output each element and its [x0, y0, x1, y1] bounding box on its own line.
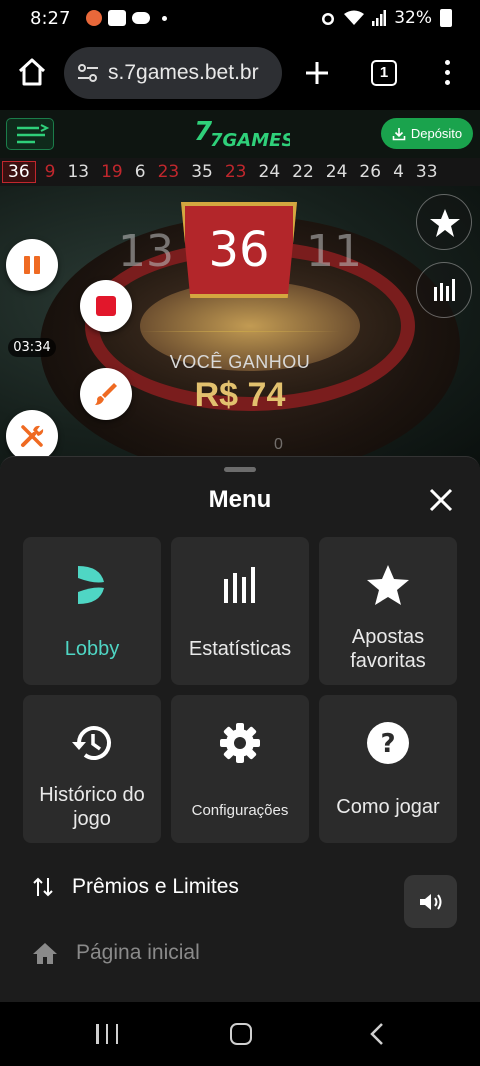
new-tab-button[interactable] — [302, 58, 332, 88]
menu-tile-history[interactable]: Histórico do jogo — [23, 695, 161, 843]
menu-tile-favorites[interactable]: Apostas favoritas — [319, 537, 457, 685]
favorites-button[interactable] — [416, 194, 472, 250]
tile-label-lobby: Lobby — [64, 638, 120, 660]
recent-number: 19 — [101, 162, 123, 182]
site-settings-icon[interactable] — [76, 61, 100, 85]
cloud-icon — [132, 12, 150, 24]
stop-recording-button[interactable] — [80, 280, 132, 332]
sheet-grabber[interactable] — [224, 467, 256, 472]
stats-bars-icon — [434, 279, 455, 301]
home-page-label: Página inicial — [76, 941, 200, 964]
tab-switcher-button[interactable]: 1 — [371, 60, 397, 86]
statistics-button[interactable] — [416, 262, 472, 318]
recent-number: 26 — [359, 162, 382, 182]
win-label: VOCÊ GANHOU — [169, 352, 311, 372]
latest-number: 36 — [2, 161, 36, 183]
recent-numbers-strip: 36 9 13 19 6 23 35 23 24 22 24 26 4 33 — [0, 158, 480, 186]
home-page-link[interactable]: Página inicial — [32, 941, 200, 965]
brush-icon — [95, 383, 117, 405]
home-icon — [33, 943, 57, 964]
youtube-icon — [108, 10, 126, 26]
zero-label: 0 — [274, 436, 283, 453]
back-button[interactable] — [367, 1022, 387, 1046]
star-icon — [367, 565, 409, 605]
tile-label-statistics: Estatísticas — [188, 638, 292, 660]
recent-number: 24 — [325, 162, 348, 182]
side-menu-button[interactable] — [6, 118, 54, 150]
volume-icon — [419, 893, 441, 910]
tile-label-favorites: Apostas favoritas — [350, 626, 426, 672]
menu-tile-lobby[interactable]: Lobby — [23, 537, 161, 685]
pause-recording-button[interactable] — [6, 239, 58, 291]
menu-tile-settings[interactable]: Configurações — [171, 695, 309, 843]
battery-percent: 32% — [394, 8, 432, 28]
system-nav-bar — [0, 1002, 480, 1066]
recent-number: 9 — [44, 162, 56, 182]
recent-number: 4 — [393, 162, 404, 182]
recent-number: 22 — [292, 162, 314, 182]
recording-timer: 03:34 — [8, 338, 56, 357]
recent-number: 6 — [134, 162, 146, 182]
prizes-limits-link[interactable]: Prêmios e Limites — [32, 875, 239, 899]
game-header: 7 7GAMES Depósito — [0, 110, 480, 158]
tools-button[interactable] — [6, 410, 58, 462]
winning-number: 36 — [181, 202, 297, 298]
tools-icon — [21, 425, 44, 447]
recent-number: 35 — [191, 162, 213, 182]
stop-icon — [96, 296, 116, 316]
status-bar: 8:27 32% — [0, 0, 480, 36]
alarm-icon — [322, 13, 335, 25]
home-button[interactable] — [230, 1023, 252, 1045]
menu-tile-how-to-play[interactable]: ? Como jogar — [319, 695, 457, 843]
browser-toolbar: s.7games.bet.br 1 — [0, 36, 480, 110]
recent-number: 13 — [67, 162, 90, 182]
help-icon: ? — [367, 722, 409, 764]
lobby-icon — [78, 566, 104, 604]
menu-tile-statistics[interactable]: Estatísticas — [171, 537, 309, 685]
tile-label-settings: Configurações — [191, 802, 289, 819]
draw-button[interactable] — [80, 368, 132, 420]
divider — [140, 331, 340, 332]
status-time: 8:27 — [30, 8, 71, 29]
stats-bars-icon — [224, 567, 255, 603]
signal-icon — [372, 10, 387, 26]
url-text[interactable]: s.7games.bet.br — [108, 61, 259, 85]
recent-number: 23 — [224, 162, 247, 182]
recent-number: 24 — [258, 162, 281, 182]
deposit-button[interactable]: Depósito — [381, 118, 473, 149]
prizes-limits-label: Prêmios e Limites — [72, 875, 239, 898]
gear-icon — [220, 723, 260, 763]
home-icon[interactable] — [16, 56, 48, 88]
right-neighbor-number: 11 — [306, 226, 362, 277]
recent-number: 23 — [157, 162, 180, 182]
svg-text:?: ? — [380, 729, 395, 759]
wifi-icon — [344, 10, 365, 25]
recent-apps-button[interactable] — [96, 1024, 118, 1044]
download-icon — [392, 127, 406, 140]
menu-sheet: Menu Lobby Estatísticas Apostas favorita… — [0, 456, 480, 1002]
sort-arrows-icon — [33, 877, 53, 897]
svg-text:7GAMES: 7GAMES — [210, 130, 290, 151]
live-video[interactable]: 13 11 36 VOCÊ GANHOU R$ 74 0 — [0, 186, 480, 476]
battery-icon — [440, 9, 452, 27]
tile-label-history: Histórico do jogo — [39, 784, 145, 830]
screen-recorder-icon — [86, 10, 102, 26]
7games-logo[interactable]: 7 7GAMES — [194, 116, 290, 152]
win-amount: R$ 74 — [194, 376, 286, 414]
recent-number: 33 — [415, 162, 438, 182]
more-options-icon[interactable] — [440, 58, 454, 88]
left-neighbor-number: 13 — [118, 226, 174, 277]
deposit-label: Depósito — [410, 126, 463, 141]
menu-title: Menu — [208, 486, 272, 513]
star-icon — [430, 209, 460, 237]
menu-lines-icon — [17, 124, 50, 144]
notification-dot-icon — [162, 15, 167, 21]
tile-label-how-to-play: Como jogar — [336, 796, 440, 818]
close-icon[interactable] — [426, 485, 456, 515]
sound-toggle-button[interactable] — [404, 875, 457, 928]
url-bar[interactable]: s.7games.bet.br — [64, 47, 282, 99]
history-icon — [72, 726, 111, 760]
